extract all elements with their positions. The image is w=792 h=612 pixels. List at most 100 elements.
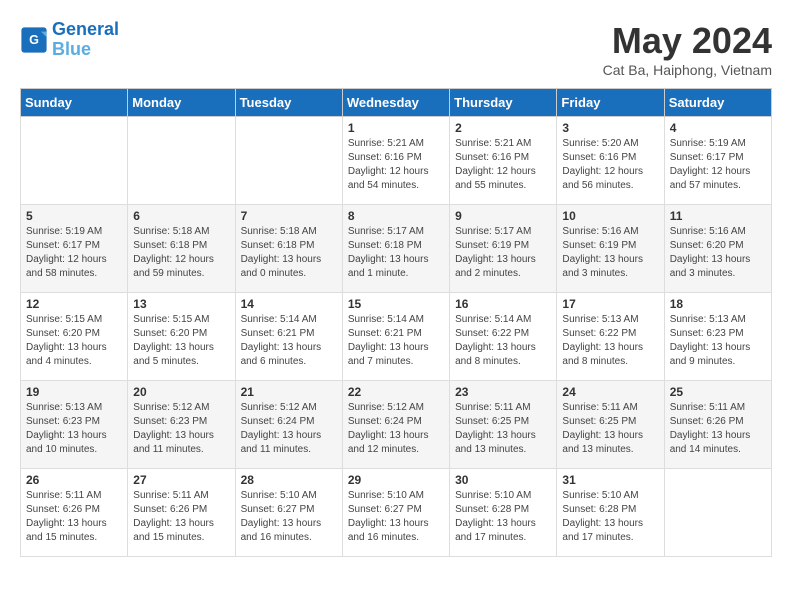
calendar-cell: 16 Sunrise: 5:14 AM Sunset: 6:22 PM Dayli… — [450, 293, 557, 381]
day-info: Sunrise: 5:13 AM Sunset: 6:23 PM Dayligh… — [26, 401, 122, 457]
day-number: 24 — [562, 385, 658, 399]
day-number: 2 — [455, 121, 551, 135]
month-title: May 2024 — [603, 20, 772, 62]
day-info: Sunrise: 5:15 AM Sunset: 6:20 PM Dayligh… — [133, 313, 229, 369]
day-info: Sunrise: 5:11 AM Sunset: 6:26 PM Dayligh… — [133, 489, 229, 545]
calendar-cell: 21 Sunrise: 5:12 AM Sunset: 6:24 PM Dayli… — [235, 381, 342, 469]
calendar-cell: 3 Sunrise: 5:20 AM Sunset: 6:16 PM Daylig… — [557, 117, 664, 205]
day-number: 23 — [455, 385, 551, 399]
day-number: 13 — [133, 297, 229, 311]
day-number: 31 — [562, 473, 658, 487]
calendar-cell: 1 Sunrise: 5:21 AM Sunset: 6:16 PM Daylig… — [342, 117, 449, 205]
day-number: 15 — [348, 297, 444, 311]
weekday-header-friday: Friday — [557, 89, 664, 117]
day-number: 6 — [133, 209, 229, 223]
day-number: 9 — [455, 209, 551, 223]
calendar-cell: 24 Sunrise: 5:11 AM Sunset: 6:25 PM Dayli… — [557, 381, 664, 469]
day-number: 21 — [241, 385, 337, 399]
calendar-cell: 27 Sunrise: 5:11 AM Sunset: 6:26 PM Dayli… — [128, 469, 235, 557]
day-number: 12 — [26, 297, 122, 311]
day-info: Sunrise: 5:16 AM Sunset: 6:19 PM Dayligh… — [562, 225, 658, 281]
day-info: Sunrise: 5:14 AM Sunset: 6:21 PM Dayligh… — [348, 313, 444, 369]
calendar-week-3: 12 Sunrise: 5:15 AM Sunset: 6:20 PM Dayli… — [21, 293, 772, 381]
calendar-cell: 8 Sunrise: 5:17 AM Sunset: 6:18 PM Daylig… — [342, 205, 449, 293]
calendar-cell: 20Sunrise: 5:12 AM Sunset: 6:23 PM Dayli… — [128, 381, 235, 469]
calendar-body: 1 Sunrise: 5:21 AM Sunset: 6:16 PM Daylig… — [21, 117, 772, 557]
logo-general: General — [52, 20, 119, 40]
day-info: Sunrise: 5:17 AM Sunset: 6:19 PM Dayligh… — [455, 225, 551, 281]
day-number: 22 — [348, 385, 444, 399]
day-number: 4 — [670, 121, 766, 135]
day-info: Sunrise: 5:13 AM Sunset: 6:23 PM Dayligh… — [670, 313, 766, 369]
day-info: Sunrise: 5:12 AM Sunset: 6:23 PM Dayligh… — [133, 401, 229, 457]
logo-blue: Blue — [52, 40, 119, 60]
day-number: 8 — [348, 209, 444, 223]
day-number: 1 — [348, 121, 444, 135]
day-number: 17 — [562, 297, 658, 311]
calendar-cell: 11 Sunrise: 5:16 AM Sunset: 6:20 PM Dayli… — [664, 205, 771, 293]
calendar-header-row: SundayMondayTuesdayWednesdayThursdayFrid… — [21, 89, 772, 117]
calendar-cell — [128, 117, 235, 205]
calendar-week-4: 19 Sunrise: 5:13 AM Sunset: 6:23 PM Dayli… — [21, 381, 772, 469]
calendar-cell: 15 Sunrise: 5:14 AM Sunset: 6:21 PM Dayli… — [342, 293, 449, 381]
day-number: 14 — [241, 297, 337, 311]
day-info: Sunrise: 5:20 AM Sunset: 6:16 PM Dayligh… — [562, 137, 658, 193]
day-number: 28 — [241, 473, 337, 487]
calendar-cell: 22Sunrise: 5:12 AM Sunset: 6:24 PM Dayli… — [342, 381, 449, 469]
day-number: 26 — [26, 473, 122, 487]
calendar-cell: 18 Sunrise: 5:13 AM Sunset: 6:23 PM Dayli… — [664, 293, 771, 381]
page-header: G General Blue May 2024 Cat Ba, Haiphong… — [20, 20, 772, 78]
calendar-cell: 6 Sunrise: 5:18 AM Sunset: 6:18 PM Daylig… — [128, 205, 235, 293]
day-number: 27 — [133, 473, 229, 487]
day-info: Sunrise: 5:13 AM Sunset: 6:22 PM Dayligh… — [562, 313, 658, 369]
day-number: 7 — [241, 209, 337, 223]
day-number: 25 — [670, 385, 766, 399]
day-info: Sunrise: 5:10 AM Sunset: 6:28 PM Dayligh… — [455, 489, 551, 545]
day-number: 30 — [455, 473, 551, 487]
calendar-week-5: 26 Sunrise: 5:11 AM Sunset: 6:26 PM Dayli… — [21, 469, 772, 557]
day-number: 3 — [562, 121, 658, 135]
day-info: Sunrise: 5:11 AM Sunset: 6:25 PM Dayligh… — [562, 401, 658, 457]
day-number: 5 — [26, 209, 122, 223]
calendar-cell: 2 Sunrise: 5:21 AM Sunset: 6:16 PM Daylig… — [450, 117, 557, 205]
day-info: Sunrise: 5:15 AM Sunset: 6:20 PM Dayligh… — [26, 313, 122, 369]
day-number: 18 — [670, 297, 766, 311]
day-info: Sunrise: 5:10 AM Sunset: 6:27 PM Dayligh… — [348, 489, 444, 545]
calendar-cell: 28Sunrise: 5:10 AM Sunset: 6:27 PM Dayli… — [235, 469, 342, 557]
day-info: Sunrise: 5:16 AM Sunset: 6:20 PM Dayligh… — [670, 225, 766, 281]
weekday-header-monday: Monday — [128, 89, 235, 117]
day-info: Sunrise: 5:11 AM Sunset: 6:25 PM Dayligh… — [455, 401, 551, 457]
calendar-cell — [21, 117, 128, 205]
calendar-cell: 14Sunrise: 5:14 AM Sunset: 6:21 PM Dayli… — [235, 293, 342, 381]
day-number: 10 — [562, 209, 658, 223]
calendar-cell — [235, 117, 342, 205]
title-block: May 2024 Cat Ba, Haiphong, Vietnam — [603, 20, 772, 78]
calendar-cell: 29 Sunrise: 5:10 AM Sunset: 6:27 PM Dayli… — [342, 469, 449, 557]
location: Cat Ba, Haiphong, Vietnam — [603, 62, 772, 78]
day-info: Sunrise: 5:12 AM Sunset: 6:24 PM Dayligh… — [241, 401, 337, 457]
calendar-cell: 26 Sunrise: 5:11 AM Sunset: 6:26 PM Dayli… — [21, 469, 128, 557]
logo: G General Blue — [20, 20, 119, 60]
logo-icon: G — [20, 26, 48, 54]
weekday-header-tuesday: Tuesday — [235, 89, 342, 117]
day-info: Sunrise: 5:21 AM Sunset: 6:16 PM Dayligh… — [348, 137, 444, 193]
weekday-header-thursday: Thursday — [450, 89, 557, 117]
day-number: 19 — [26, 385, 122, 399]
day-number: 11 — [670, 209, 766, 223]
calendar-cell: 17 Sunrise: 5:13 AM Sunset: 6:22 PM Dayli… — [557, 293, 664, 381]
svg-text:G: G — [29, 33, 39, 47]
calendar-cell: 23 Sunrise: 5:11 AM Sunset: 6:25 PM Dayli… — [450, 381, 557, 469]
calendar-cell: 9 Sunrise: 5:17 AM Sunset: 6:19 PM Daylig… — [450, 205, 557, 293]
day-number: 29 — [348, 473, 444, 487]
day-info: Sunrise: 5:11 AM Sunset: 6:26 PM Dayligh… — [670, 401, 766, 457]
day-info: Sunrise: 5:18 AM Sunset: 6:18 PM Dayligh… — [133, 225, 229, 281]
day-info: Sunrise: 5:14 AM Sunset: 6:22 PM Dayligh… — [455, 313, 551, 369]
day-info: Sunrise: 5:17 AM Sunset: 6:18 PM Dayligh… — [348, 225, 444, 281]
day-info: Sunrise: 5:11 AM Sunset: 6:26 PM Dayligh… — [26, 489, 122, 545]
calendar-cell — [664, 469, 771, 557]
day-info: Sunrise: 5:21 AM Sunset: 6:16 PM Dayligh… — [455, 137, 551, 193]
day-number: 16 — [455, 297, 551, 311]
calendar-table: SundayMondayTuesdayWednesdayThursdayFrid… — [20, 88, 772, 557]
calendar-cell: 25 Sunrise: 5:11 AM Sunset: 6:26 PM Dayli… — [664, 381, 771, 469]
calendar-cell: 13 Sunrise: 5:15 AM Sunset: 6:20 PM Dayli… — [128, 293, 235, 381]
